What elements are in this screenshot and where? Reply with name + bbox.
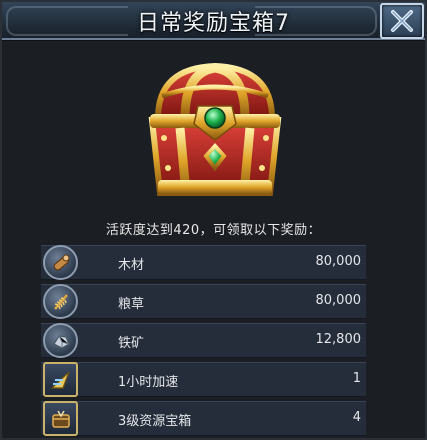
reward-amount: 80,000	[315, 254, 362, 269]
reward-row: 1小时加速 1	[41, 362, 366, 397]
reward-name: 木材	[118, 258, 145, 273]
reward-row: 3级资源宝箱 4	[41, 401, 366, 436]
reward-row: 粮草 80,000	[41, 284, 366, 319]
resource-chest-icon	[43, 401, 78, 436]
reward-row: 木材 80,000	[41, 245, 366, 280]
chest-display	[0, 40, 427, 210]
iron-ore-icon	[43, 323, 78, 358]
treasure-chest-icon	[148, 62, 282, 196]
speedup-icon	[43, 362, 78, 397]
grain-icon	[43, 284, 78, 319]
reward-amount: 12,800	[315, 332, 362, 347]
reward-amount: 1	[352, 371, 361, 386]
title-bar: 日常奖励宝箱7	[0, 0, 427, 40]
reward-name: 3级资源宝箱	[118, 414, 192, 429]
reward-description: 活跃度达到420，可领取以下奖励：	[105, 223, 322, 238]
reward-amount: 80,000	[315, 293, 362, 308]
reward-name: 铁矿	[118, 336, 145, 351]
close-button[interactable]	[380, 3, 424, 39]
reward-row: 铁矿 12,800	[41, 323, 366, 358]
reward-amount: 4	[352, 410, 361, 425]
dialog-title: 日常奖励宝箱7	[137, 11, 290, 36]
close-icon	[391, 10, 413, 32]
reward-name: 粮草	[118, 297, 145, 312]
wood-icon	[43, 245, 78, 280]
reward-name: 1小时加速	[118, 375, 179, 390]
